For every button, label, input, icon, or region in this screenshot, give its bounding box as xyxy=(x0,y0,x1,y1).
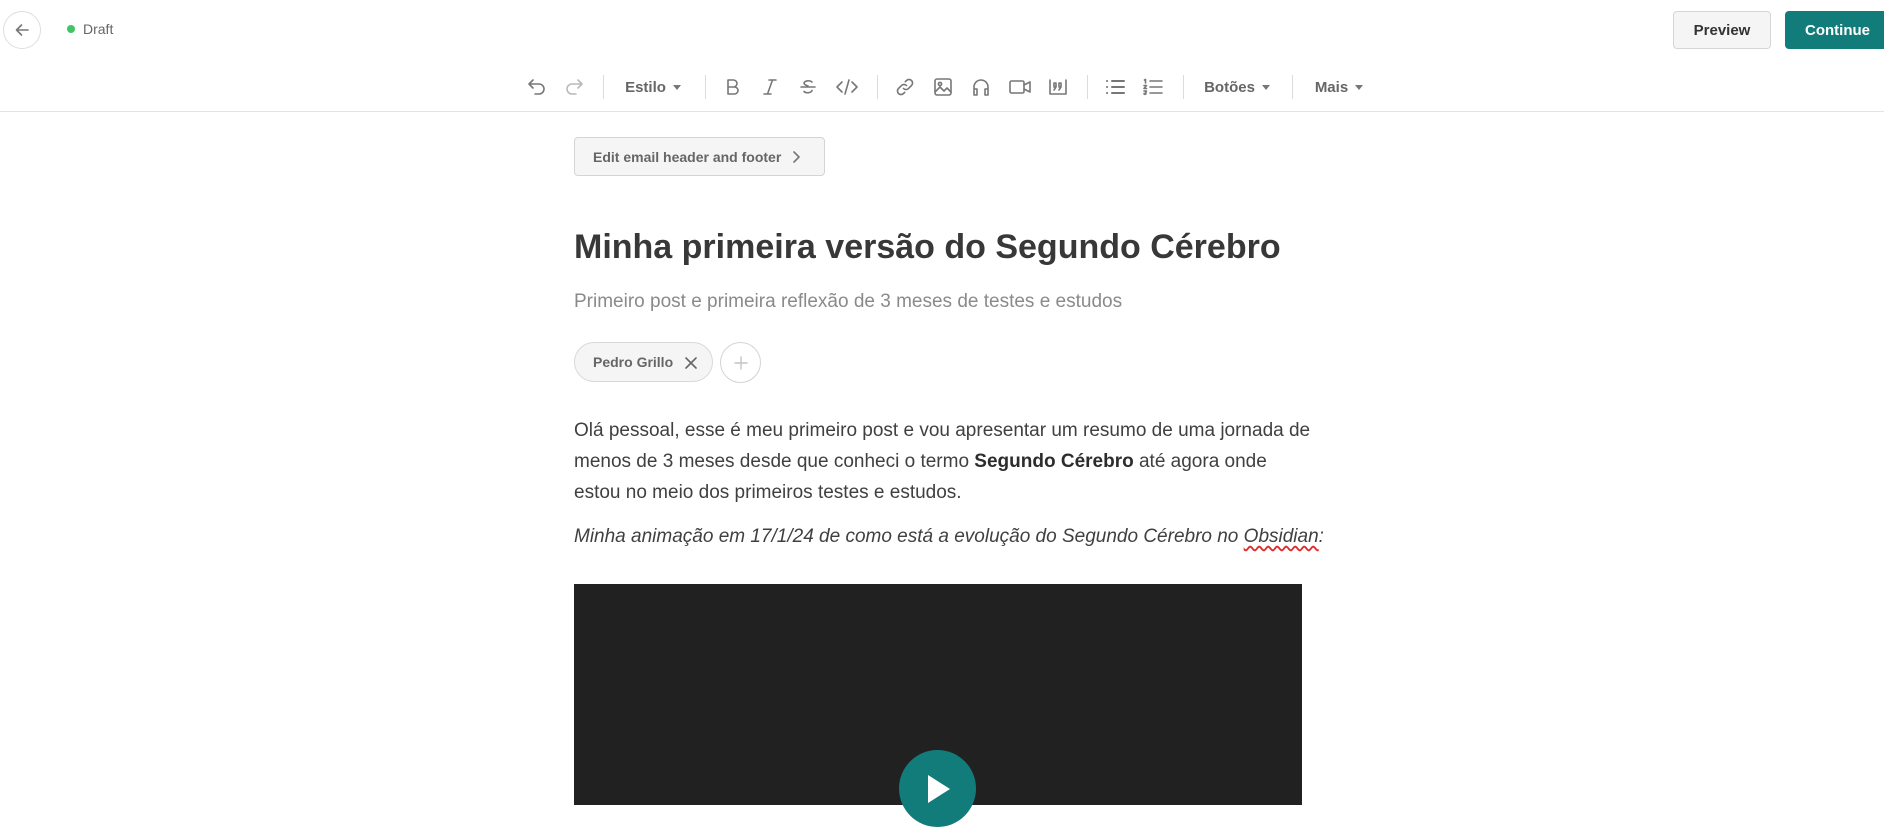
video-embed[interactable] xyxy=(574,584,1302,827)
code-icon xyxy=(836,79,858,95)
misspelled-word: Obsidian xyxy=(1243,526,1319,547)
paragraph-bold-term: Segundo Cérebro xyxy=(974,451,1134,472)
style-dropdown-label: Estilo xyxy=(625,78,666,96)
undo-icon xyxy=(528,79,545,95)
link-icon xyxy=(896,78,914,96)
body-paragraph[interactable]: Olá pessoal, esse é meu primeiro post e … xyxy=(574,415,1314,508)
arrow-left-icon xyxy=(15,24,29,36)
video-camera-icon xyxy=(1009,80,1031,94)
play-icon xyxy=(927,774,950,803)
video-button[interactable] xyxy=(1006,74,1034,100)
redo-icon xyxy=(566,79,583,95)
toolbar-divider xyxy=(705,75,706,99)
bullet-list-icon xyxy=(1106,80,1125,94)
edit-header-footer-label: Edit email header and footer xyxy=(593,148,782,165)
chevron-down-icon xyxy=(672,84,681,90)
status-badge: Draft xyxy=(67,21,113,37)
chevron-down-icon xyxy=(1261,84,1270,90)
play-button[interactable] xyxy=(899,750,976,827)
post-title[interactable]: Minha primeira versão do Segundo Cérebro xyxy=(574,228,1281,267)
top-bar: Draft Preview Continue xyxy=(0,0,1884,63)
toolbar-divider xyxy=(1183,75,1184,99)
buttons-dropdown-label: Botões xyxy=(1204,78,1255,96)
image-icon xyxy=(934,78,952,96)
link-button[interactable] xyxy=(892,74,918,100)
quote-icon xyxy=(1049,79,1067,95)
image-button[interactable] xyxy=(930,74,956,100)
add-author-button[interactable] xyxy=(720,342,761,383)
author-chip[interactable]: Pedro Grillo xyxy=(574,342,713,382)
back-button[interactable] xyxy=(3,11,41,49)
caption-end: : xyxy=(1318,526,1324,547)
undo-button[interactable] xyxy=(524,74,550,100)
bold-button[interactable] xyxy=(719,74,745,100)
more-dropdown-label: Mais xyxy=(1314,78,1349,96)
audio-button[interactable] xyxy=(968,74,994,100)
strikethrough-button[interactable] xyxy=(795,74,821,100)
style-dropdown[interactable]: Estilo xyxy=(620,74,686,100)
numbered-list-button[interactable] xyxy=(1140,74,1166,100)
redo-button[interactable] xyxy=(561,74,587,100)
close-icon[interactable] xyxy=(684,356,698,370)
plus-icon xyxy=(733,355,748,370)
toolbar-divider xyxy=(603,75,604,99)
preview-button[interactable]: Preview xyxy=(1673,11,1771,49)
quote-button[interactable] xyxy=(1045,74,1071,100)
numbered-list-icon xyxy=(1143,78,1163,96)
code-button[interactable] xyxy=(833,74,861,100)
italic-button[interactable] xyxy=(757,74,783,100)
bullet-list-button[interactable] xyxy=(1102,74,1128,100)
edit-header-footer-button[interactable]: Edit email header and footer xyxy=(574,137,825,176)
more-dropdown[interactable]: Mais xyxy=(1308,74,1370,100)
chevron-right-icon xyxy=(793,151,800,163)
headphones-icon xyxy=(973,79,989,96)
buttons-dropdown[interactable]: Botões xyxy=(1199,74,1275,100)
toolbar-divider xyxy=(1087,75,1088,99)
formatting-toolbar: Estilo Botões Mais xyxy=(0,62,1884,112)
toolbar-divider xyxy=(877,75,878,99)
bold-icon xyxy=(727,79,739,95)
caption-text: Minha animação em 17/1/24 de como está a… xyxy=(574,526,1244,547)
italic-icon xyxy=(763,79,777,95)
author-name: Pedro Grillo xyxy=(593,354,674,370)
toolbar-divider xyxy=(1292,75,1293,99)
status-dot xyxy=(67,25,75,33)
chevron-down-icon xyxy=(1355,84,1364,90)
continue-button[interactable]: Continue xyxy=(1785,11,1884,49)
video-caption[interactable]: Minha animação em 17/1/24 de como está a… xyxy=(574,526,1324,548)
post-subtitle[interactable]: Primeiro post e primeira reflexão de 3 m… xyxy=(574,291,1122,313)
strikethrough-icon xyxy=(800,80,816,94)
status-label: Draft xyxy=(83,21,114,37)
